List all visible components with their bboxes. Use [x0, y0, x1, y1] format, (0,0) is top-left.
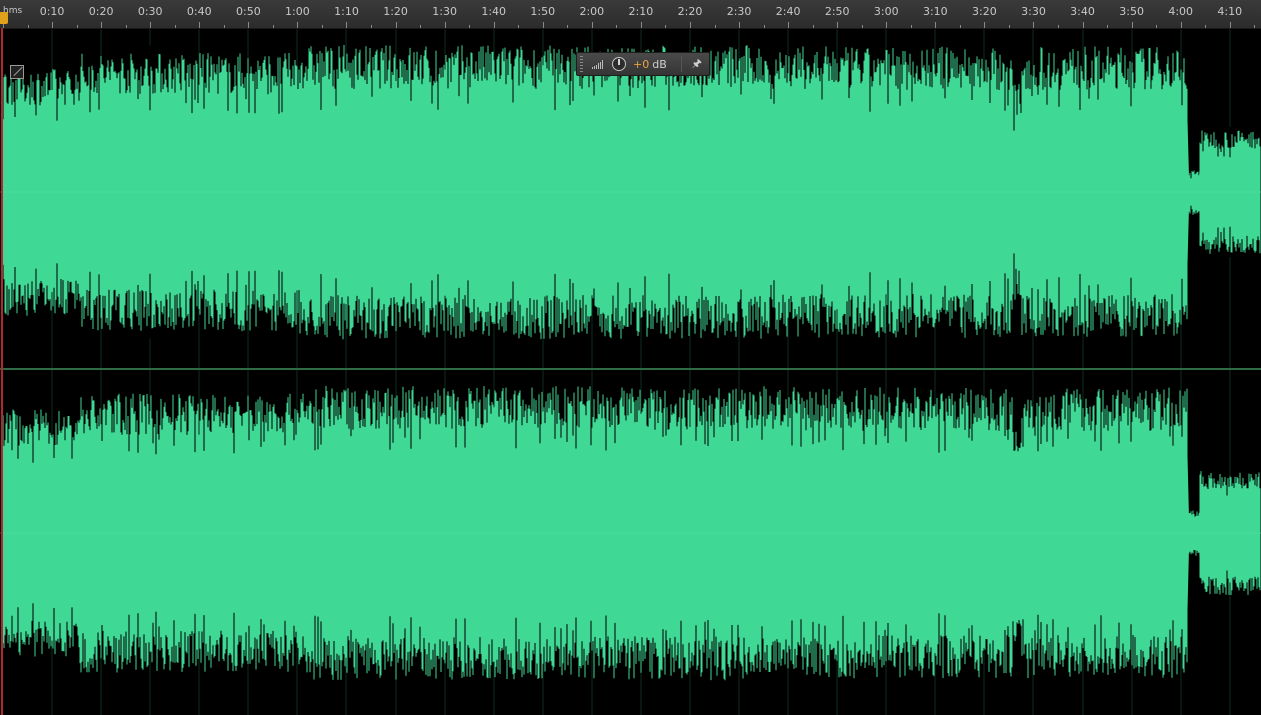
ruler-label: 0:40: [186, 5, 212, 18]
ruler-label: 1:20: [383, 5, 408, 18]
gain-value[interactable]: +0: [633, 58, 649, 71]
ruler-tick: [813, 25, 814, 28]
ruler-tick: [224, 25, 225, 28]
ruler-tick: [715, 25, 716, 28]
ruler-label: 0:20: [88, 5, 114, 18]
ruler-label: 2:50: [824, 5, 850, 18]
ruler-tick: [126, 25, 127, 28]
pin-icon[interactable]: 🖈: [692, 55, 702, 74]
ruler-tick: [960, 25, 961, 28]
ruler-tick: [77, 25, 78, 28]
volume-knob-icon[interactable]: [612, 57, 626, 71]
ruler-label: 0:50: [235, 5, 261, 18]
playhead-handle-icon[interactable]: [0, 12, 8, 24]
ruler-tick: [273, 25, 274, 28]
time-ruler[interactable]: hms 0:10 0:20 0:30 0:40 0:50 1:00 1:10 1:20 1:30…: [0, 0, 1261, 29]
ruler-tick: [739, 22, 740, 28]
ruler-tick: [1033, 22, 1034, 28]
ruler-label: 0:30: [137, 5, 163, 18]
ruler-tick: [1254, 25, 1255, 28]
ruler-label: 3:50: [1119, 5, 1144, 18]
ruler-tick: [1058, 25, 1059, 28]
gain-unit: dB: [652, 57, 667, 71]
ruler-tick: [420, 25, 421, 28]
ruler-tick: [28, 25, 29, 28]
ruler-label: 3:40: [1070, 5, 1095, 18]
ruler-tick: [322, 25, 323, 28]
ruler-tick: [886, 22, 887, 28]
waveform-display[interactable]: [0, 29, 1261, 715]
ruler-tick: [52, 22, 53, 28]
playhead-line: [1, 28, 3, 715]
ruler-tick: [641, 22, 642, 28]
ruler-tick: [1156, 25, 1157, 28]
ruler-label: 2:20: [677, 5, 703, 18]
ruler-label: 0:10: [39, 5, 65, 18]
ruler-label: 4:00: [1168, 5, 1194, 18]
ruler-tick: [199, 22, 200, 28]
ruler-tick: [911, 25, 912, 28]
ruler-tick: [567, 25, 568, 28]
waveform-editor[interactable]: [0, 29, 1261, 715]
ruler-tick: [150, 22, 151, 28]
ruler-tick: [297, 22, 298, 28]
gain-hud[interactable]: +0 dB 🖈: [576, 52, 710, 76]
ruler-tick: [346, 22, 347, 28]
ruler-label: 2:30: [726, 5, 752, 18]
ruler-tick: [371, 25, 372, 28]
ruler-tick: [543, 22, 544, 28]
ruler-tick: [764, 25, 765, 28]
ruler-tick: [837, 22, 838, 28]
ruler-tick: [494, 22, 495, 28]
ruler-label: 1:00: [285, 5, 310, 18]
ruler-label: 3:10: [922, 5, 948, 18]
ruler-tick: [1132, 22, 1133, 28]
ruler-tick: [665, 25, 666, 28]
hud-drag-grip-icon[interactable]: [580, 56, 583, 72]
ruler-tick: [690, 22, 691, 28]
channel-toggle-icon[interactable]: [10, 65, 24, 79]
ruler-label: 2:40: [775, 5, 801, 18]
ruler-label: 4:10: [1217, 5, 1243, 18]
ruler-tick: [592, 22, 593, 28]
ruler-tick: [396, 22, 397, 28]
ruler-tick: [445, 22, 446, 28]
level-meter-icon: [591, 59, 605, 69]
ruler-tick: [1009, 25, 1010, 28]
ruler-tick: [248, 22, 249, 28]
ruler-tick: [1181, 22, 1182, 28]
ruler-tick: [101, 22, 102, 28]
ruler-tick: [469, 25, 470, 28]
ruler-label: 2:00: [579, 5, 605, 18]
ruler-tick: [1205, 25, 1206, 28]
ruler-tick: [984, 22, 985, 28]
ruler-label: 1:50: [530, 5, 556, 18]
ruler-label: 1:10: [334, 5, 359, 18]
ruler-label: 2:10: [628, 5, 654, 18]
ruler-label: 3:00: [873, 5, 899, 18]
ruler-tick: [788, 22, 789, 28]
ruler-tick: [862, 25, 863, 28]
hud-divider: [680, 56, 682, 72]
ruler-tick: [616, 25, 617, 28]
ruler-label: 3:20: [972, 5, 997, 18]
ruler-tick: [1230, 22, 1231, 28]
ruler-label: 3:30: [1021, 5, 1046, 18]
ruler-label: 1:40: [481, 5, 507, 18]
ruler-tick: [1107, 25, 1108, 28]
ruler-label: 1:30: [432, 5, 457, 18]
ruler-tick: [1083, 22, 1084, 28]
ruler-tick: [518, 25, 519, 28]
ruler-tick: [175, 25, 176, 28]
ruler-tick: [935, 22, 936, 28]
